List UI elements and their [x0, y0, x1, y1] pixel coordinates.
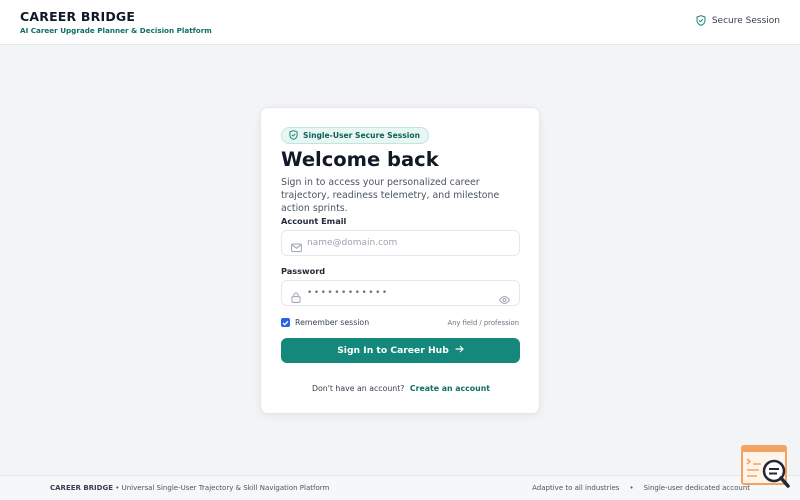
password-field[interactable] [281, 280, 520, 306]
create-account-link[interactable]: Create an account [410, 384, 490, 393]
footer-industries: Adaptive to all industries [532, 484, 620, 492]
footer-meta: Adaptive to all industries • Single-user… [532, 484, 750, 492]
brand-title[interactable]: CAREER BRIDGE [20, 9, 135, 24]
top-bar: CAREER BRIDGE AI Career Upgrade Planner … [0, 0, 800, 45]
footer-account-type: Single-user dedicated account [643, 484, 750, 492]
footer-brand-line: CAREER BRIDGE • Universal Single-User Tr… [50, 484, 329, 492]
brand-subtitle: AI Career Upgrade Planner & Decision Pla… [20, 26, 212, 35]
secure-session-indicator: Secure Session [696, 15, 780, 26]
password-input[interactable] [307, 281, 487, 305]
footer-brand: CAREER BRIDGE [50, 484, 114, 492]
shield-check-icon [289, 129, 298, 142]
signup-prompt: Don't have an account? Create an account [261, 384, 541, 393]
remember-session[interactable]: Remember session [281, 318, 369, 327]
footer-dot: • [629, 484, 634, 492]
login-card: Single-User Secure Session Welcome back … [260, 107, 540, 414]
footer-tagline: Universal Single-User Trajectory & Skill… [121, 484, 330, 492]
remember-label[interactable]: Remember session [295, 318, 369, 327]
secure-session-label: Secure Session [711, 15, 780, 26]
mail-icon [291, 238, 302, 257]
email-input[interactable] [307, 231, 487, 255]
eye-icon[interactable] [499, 289, 510, 308]
remember-checkbox[interactable] [281, 318, 290, 327]
sign-in-button[interactable]: Sign In to Career Hub [281, 338, 520, 363]
session-pill: Single-User Secure Session [281, 127, 429, 144]
email-field[interactable] [281, 230, 520, 256]
footer: CAREER BRIDGE • Universal Single-User Tr… [0, 475, 800, 500]
lock-icon [291, 288, 301, 307]
page-title: Welcome back [281, 148, 439, 171]
page-description: Sign in to access your personalized care… [281, 177, 500, 214]
field-hint: Any field / profession [447, 319, 519, 327]
arrow-right-icon [455, 345, 464, 356]
search-document-badge-icon[interactable] [741, 445, 791, 491]
email-label: Account Email [281, 216, 347, 226]
sign-in-button-label: Sign In to Career Hub [337, 345, 449, 356]
password-label: Password [281, 266, 326, 276]
session-pill-label: Single-User Secure Session [303, 131, 420, 140]
shield-check-icon [696, 15, 706, 26]
signup-prompt-text: Don't have an account? [312, 384, 405, 393]
